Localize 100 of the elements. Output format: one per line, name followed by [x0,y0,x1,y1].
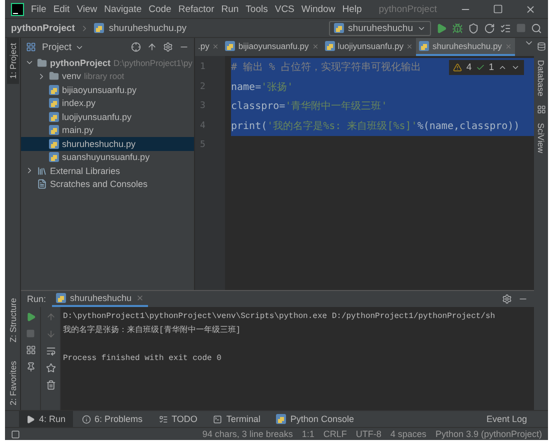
python-file-icon [94,23,104,33]
menu-item[interactable]: Refactor [178,4,214,14]
tool-window-tab[interactable]: Terminal [206,411,268,427]
tool-window-tab[interactable]: Python Console [269,411,361,427]
menu-item[interactable]: Window [301,4,336,14]
menu-item[interactable]: View [76,4,98,14]
tool-window-tab[interactable]: TODO [152,411,204,427]
console-line: D:\pythonProject1\pythonProject\venv\Scripts\python.exe D:/pythonProject1/pythonProject/sh [63,311,496,323]
run-icon[interactable] [436,22,447,34]
editor-tab[interactable]: bijiaoyunsuanfu.py [222,38,322,56]
project-view-dropdown[interactable]: Project [42,42,84,52]
window-title: pythonProject [378,4,438,14]
menu-item[interactable]: Navigate [104,4,142,14]
rerun-icon[interactable] [26,312,36,322]
chevron-icon[interactable] [25,166,34,176]
breadcrumb-item[interactable]: pythonProject [11,22,75,34]
python-icon [276,414,286,424]
shield-icon[interactable] [468,22,479,34]
settings-icon[interactable] [163,42,173,52]
pin-icon[interactable] [26,362,36,372]
info-icon [82,414,91,424]
layout-icon[interactable] [11,430,20,438]
tool-window-tab[interactable]: 2: Favorites [6,356,18,410]
tree-item[interactable]: pythonProject D:\pythonProject1\py [21,56,194,70]
warning-count: 4 [466,62,472,73]
run-config-dropdown[interactable]: shuruheshuchu [329,20,431,36]
tree-item[interactable]: index.py [21,96,194,110]
chevron-down-icon[interactable] [511,63,520,72]
tool-window-tab[interactable]: 4: Run [19,411,73,427]
app-logo-icon [11,2,24,16]
tree-item[interactable]: External Libraries [21,164,194,178]
console-line: Process finished with exit code 0 [63,353,222,365]
tree-item-label: venv [62,71,82,82]
python-file-icon [49,138,59,149]
editor-tab[interactable]: shuruheshuchu.py [416,38,515,56]
list-icon[interactable] [500,22,511,34]
tool-window-tab[interactable]: 1: Project [6,38,18,84]
tool-window-tab[interactable]: Z: Structure [6,293,18,348]
breadcrumb-item[interactable]: shuruheshuchu.py [108,22,187,34]
menu-item[interactable]: Tools [246,4,268,14]
status-item[interactable]: Python 3.9 (pythonProject) [435,429,542,439]
menu-item[interactable]: Edit [53,4,70,14]
tree-item[interactable]: shuruheshuchu.py [21,137,194,150]
trash-icon[interactable] [46,380,56,390]
tool-window-tab[interactable]: Database [535,57,547,100]
tree-item-hint: library root [84,71,124,82]
library-icon [37,166,47,176]
run-label: Run: [27,294,46,304]
profile-icon[interactable] [484,22,495,34]
tree-item[interactable]: Scratches and Consoles [21,178,194,191]
menu-item[interactable]: File [31,4,46,14]
collapse-icon[interactable] [147,42,157,52]
menu-item[interactable]: Code [148,4,172,14]
status-item[interactable]: 1:1 [302,429,314,439]
tree-item-label: bijiaoyunsuanfu.py [62,84,137,95]
python-file-icon [49,98,59,108]
event-log-tab[interactable]: Event Log [479,411,534,427]
tree-item-label: shuruheshuchu.py [62,138,136,149]
search-icon[interactable] [531,22,542,34]
debug-icon[interactable] [452,22,463,34]
status-item[interactable]: 94 chars, 3 line breaks [202,429,293,439]
menu-item[interactable]: Run [221,4,239,14]
layout-icon[interactable] [26,345,36,355]
run-tab[interactable]: shuruheshuchu [52,291,148,307]
python-file-icon [324,41,335,51]
tool-window-tab[interactable]: 6: Problems [74,411,150,427]
close-icon[interactable] [525,4,536,14]
star-icon[interactable] [46,363,56,373]
editor-tab[interactable]: luojiyunsuanfu.py [322,38,416,56]
tool-window-tab[interactable]: SciView [535,120,547,156]
crosshair-icon[interactable] [131,42,141,52]
tree-item[interactable]: luojiyunsuanfu.py [21,110,194,124]
tree-item[interactable]: main.py [21,124,194,137]
menu-item[interactable]: Help [342,4,362,14]
status-item[interactable]: 4 spaces [390,429,426,439]
list-icon [158,414,168,424]
chevron-icon[interactable] [37,72,46,81]
menu-item[interactable]: VCS [274,4,294,14]
status-item[interactable]: CRLF [323,429,347,439]
chevron-up-icon[interactable] [498,63,507,72]
tree-item-label: main.py [62,125,94,136]
python-file-icon [49,152,59,162]
tree-item[interactable]: venv library root [21,70,194,83]
tree-item-hint: D:\pythonProject1\py [114,58,192,68]
warning-icon [453,63,462,72]
wrap-icon[interactable] [46,346,56,356]
python-icon [56,293,66,303]
python-file-icon [419,41,430,51]
grid-icon [26,42,36,52]
tree-item[interactable]: bijiaoyunsuanfu.py [21,83,194,96]
settings-icon[interactable] [502,294,512,304]
python-file-icon [49,125,59,136]
python-file-icon [225,41,236,51]
scratch-file-icon [37,179,47,190]
inspection-widget[interactable]: 4 1 [449,60,524,75]
maximize-icon[interactable] [493,4,503,14]
python-file-icon [49,84,59,95]
tree-item[interactable]: suanshuyunsuanfu.py [21,150,194,164]
status-item[interactable]: UTF-8 [356,429,382,439]
editor-tab[interactable]: .py [195,38,222,56]
